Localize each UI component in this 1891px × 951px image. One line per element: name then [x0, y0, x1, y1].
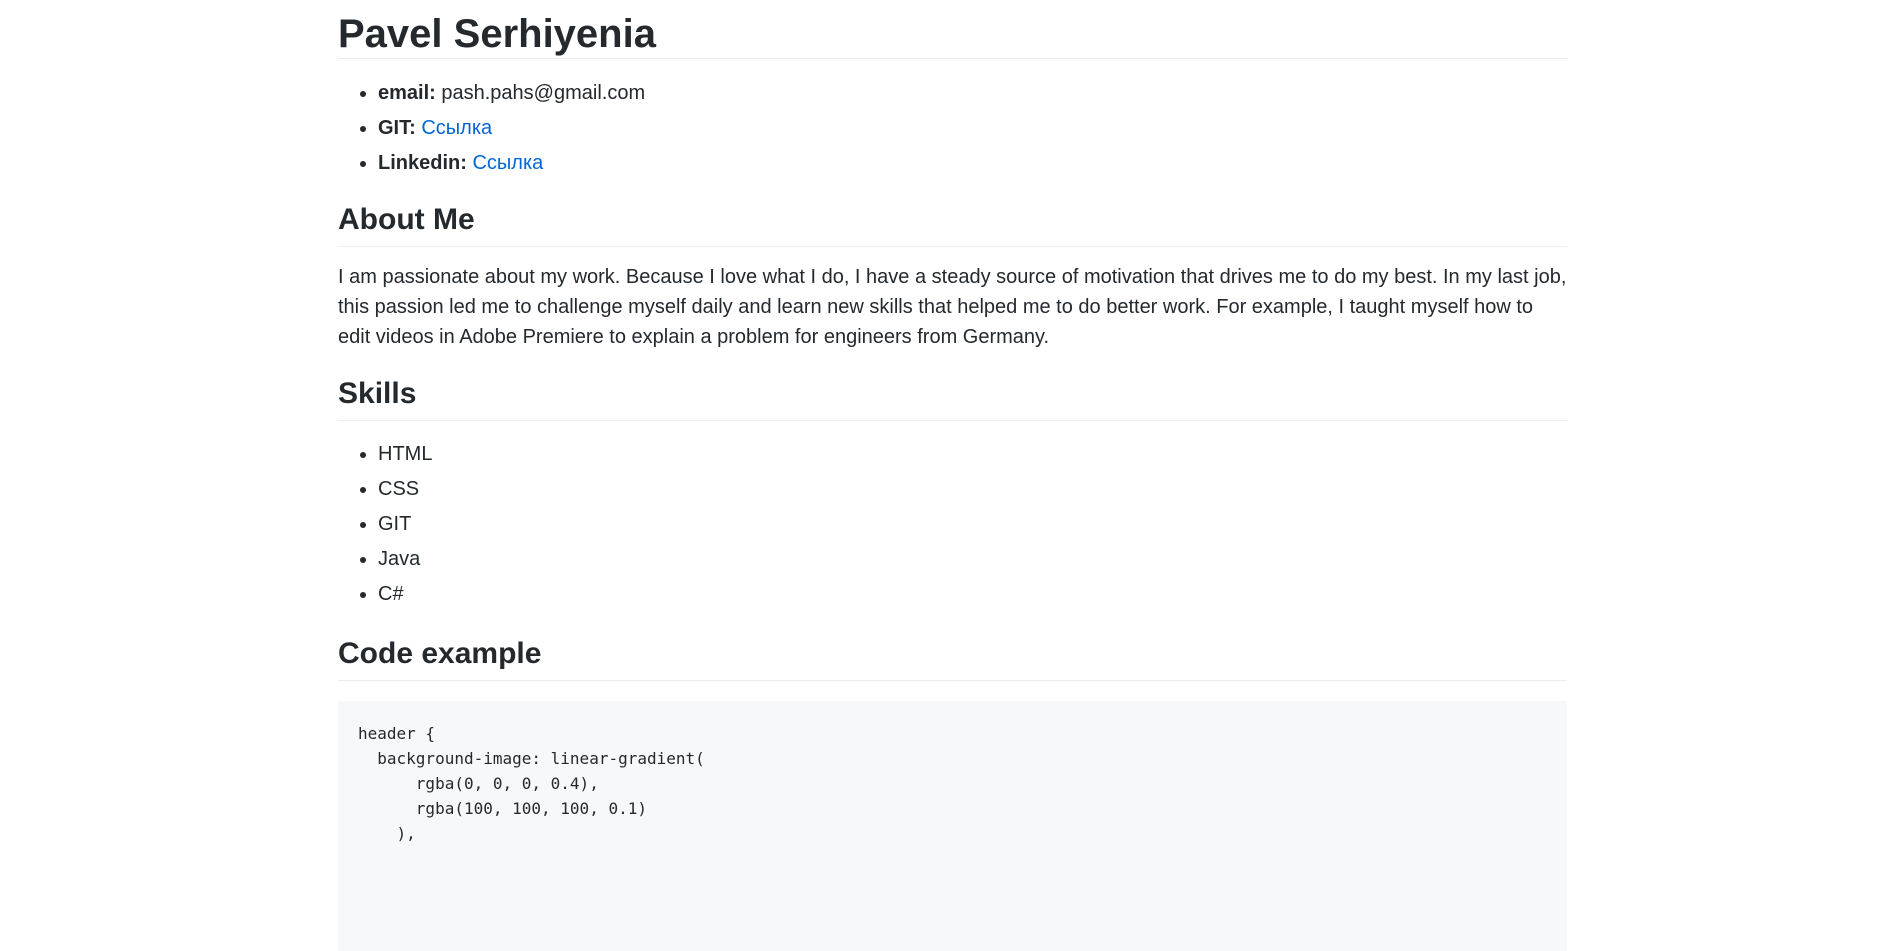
contact-list: email: pash.pahs@gmail.com GIT: Ссылка L… — [338, 76, 1567, 181]
linkedin-link[interactable]: Ссылка — [472, 152, 543, 174]
resume-page: Pavel Serhiyenia email: pash.pahs@gmail.… — [338, 0, 1567, 951]
git-label: GIT: — [378, 117, 416, 139]
skills-heading: Skills — [338, 374, 1567, 421]
git-link[interactable]: Ссылка — [421, 117, 492, 139]
code-heading: Code example — [338, 634, 1567, 681]
email-value: pash.pahs@gmail.com — [441, 82, 646, 104]
skill-item: Java — [378, 542, 1567, 577]
about-text: I am passionate about my work. Because I… — [338, 266, 1567, 348]
page-title: Pavel Serhiyenia — [338, 0, 1567, 59]
email-label: email: — [378, 82, 436, 104]
linkedin-label: Linkedin: — [378, 152, 467, 174]
skill-item: C# — [378, 577, 1567, 612]
list-item-linkedin: Linkedin: Ссылка — [378, 146, 1567, 181]
skills-list: HTML CSS GIT Java C# — [338, 437, 1567, 612]
code-block: header { background-image: linear-gradie… — [338, 701, 1567, 951]
skill-item: CSS — [378, 472, 1567, 507]
skill-item: HTML — [378, 437, 1567, 472]
about-heading: About Me — [338, 200, 1567, 247]
skill-item: GIT — [378, 507, 1567, 542]
list-item-git: GIT: Ссылка — [378, 111, 1567, 146]
list-item-email: email: pash.pahs@gmail.com — [378, 76, 1567, 111]
